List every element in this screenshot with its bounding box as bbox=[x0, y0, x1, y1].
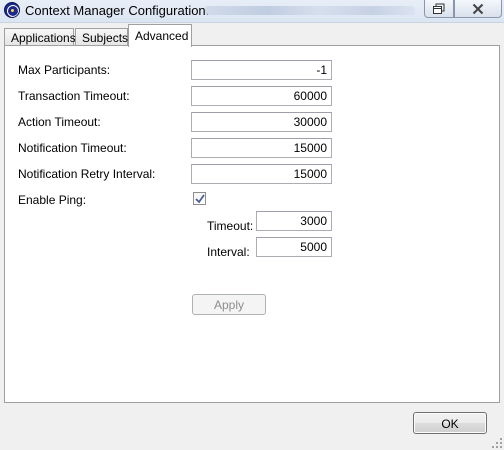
action-timeout-field[interactable]: 30000 bbox=[191, 112, 332, 132]
notification-timeout-field[interactable]: 15000 bbox=[191, 138, 332, 158]
restore-window-icon bbox=[433, 3, 445, 14]
enable-ping-label: Enable Ping: bbox=[18, 193, 87, 207]
ping-interval-field[interactable]: 5000 bbox=[256, 237, 332, 257]
notification-retry-interval-label: Notification Retry Interval: bbox=[18, 167, 156, 181]
action-timeout-label: Action Timeout: bbox=[18, 115, 101, 129]
transaction-timeout-field[interactable]: 60000 bbox=[191, 86, 332, 106]
checkmark-icon bbox=[195, 194, 205, 204]
tab-advanced[interactable]: Advanced bbox=[128, 24, 192, 47]
close-button[interactable] bbox=[454, 0, 502, 18]
ping-timeout-field[interactable]: 3000 bbox=[256, 211, 332, 231]
title-bar-blur bbox=[205, 6, 415, 15]
tab-subjects[interactable]: Subjects bbox=[75, 28, 128, 46]
ok-button[interactable]: OK bbox=[413, 412, 487, 434]
transaction-timeout-label: Transaction Timeout: bbox=[18, 89, 130, 103]
restore-button[interactable] bbox=[424, 0, 454, 18]
ping-interval-label: Interval: bbox=[207, 245, 250, 259]
enable-ping-checkbox[interactable] bbox=[193, 192, 206, 205]
window-title: Context Manager Configuration. bbox=[25, 3, 210, 18]
resize-grip-icon[interactable] bbox=[492, 438, 502, 448]
max-participants-field[interactable]: -1 bbox=[191, 60, 332, 80]
apply-button[interactable]: Apply bbox=[192, 294, 266, 315]
title-bar[interactable]: Context Manager Configuration. bbox=[0, 0, 504, 23]
notification-retry-interval-field[interactable]: 15000 bbox=[191, 164, 332, 184]
close-window-icon bbox=[472, 3, 484, 14]
tab-applications[interactable]: Applications bbox=[4, 28, 76, 46]
ping-timeout-label: Timeout: bbox=[207, 219, 254, 233]
app-logo-icon bbox=[4, 2, 20, 18]
advanced-panel: Max Participants: -1 Transaction Timeout… bbox=[4, 45, 500, 403]
max-participants-label: Max Participants: bbox=[18, 63, 111, 77]
notification-timeout-label: Notification Timeout: bbox=[18, 141, 127, 155]
config-window: Context Manager Configuration. Applicati… bbox=[0, 0, 504, 450]
